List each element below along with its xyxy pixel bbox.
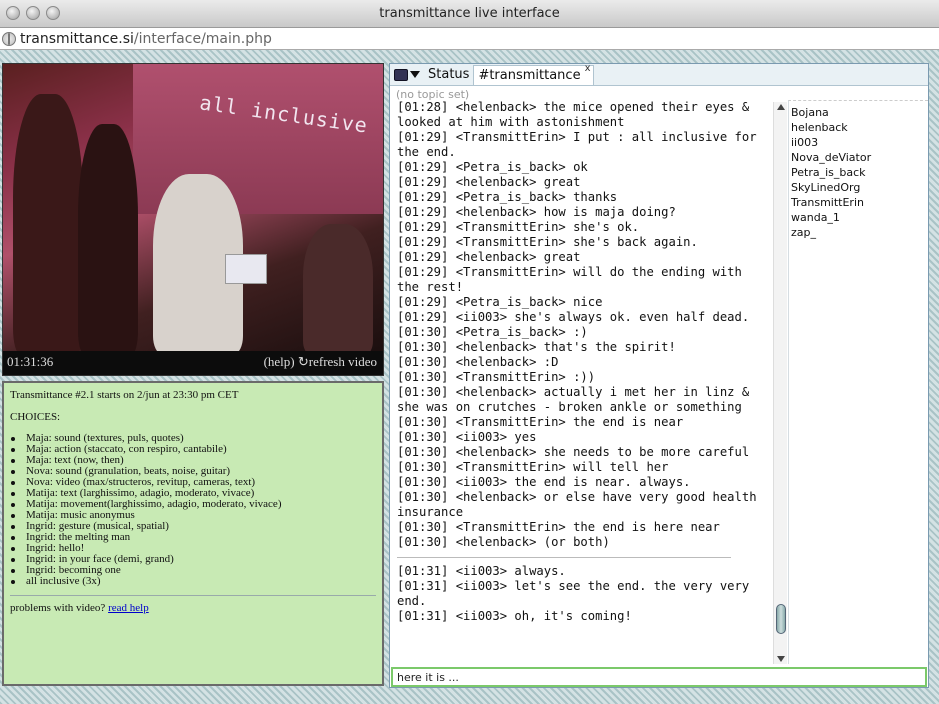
- video-player[interactable]: all inclusive 01:31:36 (help) ↻refresh v…: [2, 63, 384, 376]
- chat-log: [01:28] <helenback> the mice opened thei…: [397, 100, 771, 665]
- chat-log-new: [01:31] <ii003> always. [01:31] <ii003> l…: [397, 564, 771, 624]
- page-body: all inclusive 01:31:36 (help) ↻refresh v…: [0, 50, 939, 704]
- chat-message: [01:30] <helenback> (or both): [397, 535, 610, 549]
- figure-shape: [13, 94, 83, 354]
- chat-message: [01:30] <ii003> yes: [397, 430, 537, 444]
- tab-transmittance[interactable]: #transmittance x: [473, 63, 594, 85]
- chat-message: [01:30] <ii003> the end is near. always.: [397, 475, 691, 489]
- user-list-item[interactable]: Bojana: [791, 105, 928, 120]
- tab-status[interactable]: Status: [424, 65, 473, 85]
- monitor-icon: [394, 68, 408, 81]
- video-timecode: 01:31:36: [7, 354, 54, 369]
- chat-message: [01:29] <TransmittErin> she's back again…: [397, 235, 698, 249]
- chat-message: [01:29] <helenback> how is maja doing?: [397, 205, 676, 219]
- chat-scrollbar[interactable]: [773, 102, 787, 664]
- url-host: transmittance.si: [20, 30, 134, 47]
- info-panel: Transmittance #2.1 starts on 2/jun at 23…: [2, 381, 384, 686]
- laptop-shape: [225, 254, 267, 284]
- chat-message: [01:30] <TransmittErin> :)): [397, 370, 596, 384]
- chat-message: [01:30] <Petra_is_back> :): [397, 325, 588, 339]
- chat-message: [01:29] <TransmittErin> I put : all incl…: [397, 130, 764, 159]
- refresh-video-link[interactable]: ↻refresh video: [298, 354, 377, 369]
- problems-text: problems with video?: [10, 602, 109, 614]
- user-list-item[interactable]: Petra_is_back: [791, 165, 928, 180]
- chat-message: [01:29] <Petra_is_back> thanks: [397, 190, 618, 204]
- user-list-item[interactable]: SkyLinedOrg: [791, 180, 928, 195]
- chat-message: [01:29] <TransmittErin> she's ok.: [397, 220, 640, 234]
- figure-shape: [303, 224, 373, 354]
- figure-shape: [78, 124, 138, 354]
- chat-message: [01:29] <helenback> great: [397, 175, 581, 189]
- chat-message: [01:30] <helenback> she needs to be more…: [397, 445, 750, 459]
- video-help-note: problems with video? read help: [10, 602, 376, 614]
- user-list-item[interactable]: ii003: [791, 135, 928, 150]
- chat-message: [01:30] <helenback> :D: [397, 355, 559, 369]
- user-list-item[interactable]: wanda_1: [791, 210, 928, 225]
- scroll-up-arrow-icon[interactable]: [777, 104, 785, 110]
- close-icon[interactable]: x: [585, 63, 591, 74]
- irc-chat-panel: Status #transmittance x (no topic set) [0…: [389, 63, 929, 688]
- user-list: Bojana helenback ii003 Nova_deViator Petra_i…: [788, 100, 928, 664]
- window-title: transmittance live interface: [379, 6, 560, 21]
- user-list-item[interactable]: Nova_deViator: [791, 150, 928, 165]
- url-path: /interface/main.php: [133, 30, 272, 47]
- tab-label: #transmittance: [478, 67, 581, 83]
- chat-message: [01:30] <helenback> actually i met her i…: [397, 385, 757, 414]
- read-marker-divider: [397, 557, 731, 558]
- chat-message: [01:29] <ii003> she's always ok. even ha…: [397, 310, 750, 324]
- event-headline: Transmittance #2.1 starts on 2/jun at 23…: [10, 389, 239, 401]
- video-help-link[interactable]: (help): [264, 354, 295, 369]
- scroll-thumb[interactable]: [776, 604, 786, 634]
- video-links: (help) ↻refresh video: [264, 354, 377, 370]
- scroll-down-arrow-icon[interactable]: [777, 656, 785, 662]
- choices-heading: CHOICES:: [10, 411, 61, 423]
- choice-item: all inclusive (3x): [10, 576, 376, 587]
- chat-log-earlier: [01:28] <helenback> the mice opened thei…: [397, 100, 771, 550]
- chat-message: [01:31] <ii003> always.: [397, 564, 566, 578]
- user-list-item[interactable]: TransmittErin: [791, 195, 928, 210]
- address-bar[interactable]: transmittance.si/interface/main.php: [0, 28, 939, 50]
- chat-message: [01:30] <helenback> or else have very go…: [397, 490, 764, 519]
- choices-list: Maja: sound (textures, puls, quotes) Maja…: [10, 433, 376, 587]
- chat-message: [01:30] <TransmittErin> the end is here …: [397, 520, 720, 534]
- video-frame: all inclusive: [3, 64, 383, 354]
- url-text[interactable]: transmittance.si/interface/main.php: [20, 31, 272, 47]
- user-list-item[interactable]: zap_: [791, 225, 928, 240]
- chat-message: [01:29] <TransmittErin> will do the endi…: [397, 265, 750, 294]
- chat-message: [01:31] <ii003> let's see the end. the v…: [397, 579, 757, 608]
- user-list-item[interactable]: helenback: [791, 120, 928, 135]
- channel-menu-icon[interactable]: [394, 66, 424, 84]
- chat-message: [01:29] <Petra_is_back> ok: [397, 160, 588, 174]
- window-titlebar: transmittance live interface: [0, 0, 939, 28]
- chat-message: [01:29] <Petra_is_back> nice: [397, 295, 603, 309]
- globe-icon: [2, 31, 16, 46]
- chat-message: [01:30] <TransmittErin> the end is near: [397, 415, 684, 429]
- chat-message-input[interactable]: here it is ...: [391, 667, 927, 687]
- chat-tab-bar: Status #transmittance x: [390, 63, 928, 86]
- chat-message: [01:31] <ii003> oh, it's coming!: [397, 609, 632, 623]
- read-help-link[interactable]: read help: [108, 602, 149, 614]
- dropdown-arrow-icon: [410, 71, 420, 78]
- chat-message: [01:28] <helenback> the mice opened thei…: [397, 100, 757, 129]
- divider: [10, 595, 376, 596]
- chat-message: [01:29] <helenback> great: [397, 250, 581, 264]
- chat-message: [01:30] <TransmittErin> will tell her: [397, 460, 669, 474]
- chat-message: [01:30] <helenback> that's the spirit!: [397, 340, 676, 354]
